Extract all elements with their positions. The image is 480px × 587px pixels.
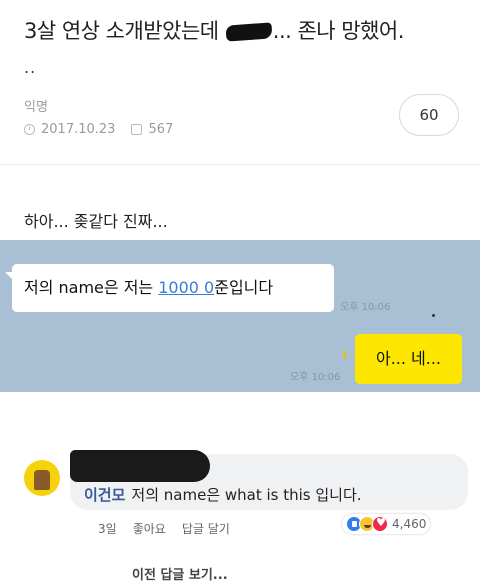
comment-item: 이건모 저의 name은 what is this 입니다. 3일 좋아요 답글 … — [24, 440, 480, 587]
view-previous-replies-link[interactable]: 이전 답글 보기... — [132, 564, 228, 583]
message-phone-link[interactable]: 1000 0 — [158, 278, 214, 297]
comment-body: 저의 name은 what is this 입니다. — [131, 486, 362, 504]
received-message-time: 오후 10:06 — [340, 302, 391, 313]
post-views: 567 — [148, 122, 174, 137]
clock-icon — [24, 124, 35, 135]
post-date: 2017.10.23 — [41, 122, 116, 137]
reaction-count: 4,460 — [392, 517, 427, 531]
post-title: 3살 연상 소개받았는데 ... 존나 망했어. — [24, 16, 464, 46]
comment-author[interactable]: 이건모 — [84, 486, 125, 504]
avatar-figure — [34, 470, 50, 490]
name-redaction-scribble — [70, 450, 210, 482]
like-button[interactable]: 좋아요 — [133, 520, 166, 537]
post-body: 하아... 좆같다 진짜... — [24, 212, 168, 231]
title-redaction-scribble — [225, 22, 273, 42]
love-icon — [372, 516, 388, 532]
message-text-start: 저의 name은 저는 — [24, 278, 159, 297]
comment-bubble: 이건모 저의 name은 what is this 입니다. — [70, 450, 468, 510]
sent-message-bubble: 아... 네... — [355, 334, 462, 384]
message-text-end: 준입니다 — [214, 278, 274, 297]
comment-time[interactable]: 3일 — [98, 520, 117, 537]
comment-actions: 3일 좋아요 답글 달기 — [98, 520, 230, 537]
avatar[interactable] — [24, 460, 60, 496]
post-title-end: ... 존나 망했어. — [272, 19, 405, 43]
chat-screenshot: 저의 name은 저는 1000 0준입니다 오후 10:06 1 오후 10:… — [0, 240, 480, 392]
comment-text: 이건모 저의 name은 what is this 입니다. — [84, 484, 362, 505]
received-message-bubble: 저의 name은 저는 1000 0준입니다 — [5, 264, 334, 312]
comment-count-button[interactable]: 60 — [399, 94, 459, 136]
post-title-continuation: .. — [24, 58, 37, 77]
reactions-summary[interactable]: 4,460 — [342, 514, 431, 534]
unread-count: 1 — [341, 350, 348, 361]
post-meta: 2017.10.23 567 — [24, 122, 173, 137]
post-title-start: 3살 연상 소개받았는데 — [24, 19, 225, 43]
post-author: 익명 — [24, 100, 48, 115]
divider — [0, 164, 480, 165]
sent-message-time: 오후 10:06 — [290, 372, 341, 383]
reply-button[interactable]: 답글 달기 — [182, 520, 230, 537]
views-icon — [131, 124, 143, 135]
stray-dot — [432, 314, 435, 317]
